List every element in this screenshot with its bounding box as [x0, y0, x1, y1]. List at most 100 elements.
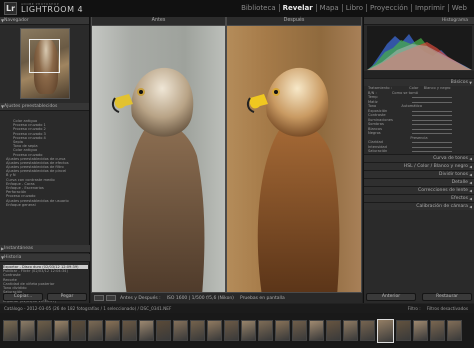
filmstrip-thumbnail[interactable]: [430, 320, 445, 341]
reset-button[interactable]: Restaurar: [422, 293, 472, 301]
expand-triangle-icon: ▶: [1, 246, 5, 251]
histogram-label: Histograma: [441, 18, 468, 23]
filmstrip-thumbnail[interactable]: [54, 320, 69, 341]
filmstrip-thumbnail[interactable]: [105, 320, 120, 341]
app-name: ADOBE PHOTOSHOP LIGHTROOM 4: [21, 3, 83, 14]
presets-header[interactable]: ▼ Ajustes preestablecidos: [0, 103, 89, 111]
saturation-slider[interactable]: [412, 151, 452, 152]
preset-item[interactable]: Enfoque general: [3, 203, 88, 207]
filmstrip-thumbnail[interactable]: [343, 320, 358, 341]
navigator-header[interactable]: ▼ Navegador: [0, 17, 89, 25]
collapse-triangle-icon: ▼: [1, 104, 5, 109]
filmstrip-thumbnail[interactable]: [377, 318, 394, 343]
saturation-label: Saturación: [368, 149, 388, 153]
paste-button[interactable]: Pegar: [47, 293, 87, 301]
filmstrip-thumbnail[interactable]: [326, 320, 341, 341]
previous-button[interactable]: Anterior: [366, 293, 416, 301]
filter-label: Filtro :: [407, 306, 421, 311]
filmstrip-thumbnail[interactable]: [413, 320, 428, 341]
panel-section-header[interactable]: Correcciones de lente ◀: [364, 185, 474, 194]
module-map[interactable]: Mapa: [317, 4, 343, 12]
histogram[interactable]: [367, 26, 472, 70]
filter-value[interactable]: Filtros desactivados: [427, 306, 468, 311]
treatment-bw[interactable]: Blanco y negro: [424, 86, 451, 90]
soft-proofing-label[interactable]: Pruebas en pantalla: [240, 296, 285, 301]
filmstrip-thumbnail[interactable]: [292, 320, 307, 341]
module-slideshow[interactable]: Proyección: [367, 4, 412, 12]
filmstrip-thumbnail[interactable]: [207, 320, 222, 341]
whites-slider[interactable]: [412, 128, 452, 130]
filmstrip-thumbnail[interactable]: [241, 320, 256, 341]
file-info: ISO 1600 | 1/500 f/5,6 (Nikon): [166, 295, 234, 301]
before-after-label[interactable]: Antes y Después :: [120, 296, 161, 301]
module-book[interactable]: Libro: [343, 4, 368, 12]
module-print[interactable]: Imprimir: [412, 4, 449, 12]
panel-section-header[interactable]: Efectos ◀: [364, 193, 474, 202]
filmstrip-thumbnail[interactable]: [360, 320, 375, 341]
before-after-icon[interactable]: [106, 295, 116, 301]
filmstrip-thumbnail[interactable]: [275, 320, 290, 341]
filmstrip-thumbnail[interactable]: [3, 320, 18, 341]
presence-label: Presencia: [410, 135, 428, 140]
panel-section-header[interactable]: HSL / Color / Blanco y negro ◀: [364, 161, 474, 170]
copy-button[interactable]: Copiar...: [3, 293, 43, 301]
shadows-slider[interactable]: [412, 124, 452, 125]
module-library[interactable]: Biblioteca: [238, 4, 280, 12]
panel-section-header[interactable]: Dividir tonos ◀: [364, 169, 474, 178]
left-panel: ▼ Navegador ▼ Ajustes preestablecidos Colo…: [0, 17, 90, 303]
contrast-slider[interactable]: [412, 115, 452, 116]
module-develop[interactable]: Revelar: [280, 4, 317, 12]
basic-header[interactable]: Básicos ▼: [364, 78, 474, 86]
filmstrip-thumbnail[interactable]: [37, 320, 52, 341]
before-label: Antes: [92, 17, 225, 25]
snapshots-header[interactable]: ▶ Instantáneas: [0, 245, 90, 253]
panel-section-label: Efectos: [451, 195, 468, 201]
panel-section-header[interactable]: Detalle ◀: [364, 177, 474, 186]
before-view[interactable]: [92, 26, 225, 292]
filmstrip-thumbnail[interactable]: [139, 320, 154, 341]
navigator-zoom-box[interactable]: [28, 39, 60, 73]
contrast-label: Contraste: [368, 113, 386, 117]
panel-section-header[interactable]: Curva de tonos ◀: [364, 153, 474, 162]
filmstrip-info[interactable]: Catálogo - 2012-03-05 (26 de 182 fotogra…: [4, 306, 171, 311]
blacks-slider[interactable]: [412, 133, 452, 134]
navigator-label: Navegador: [4, 18, 29, 23]
filmstrip-thumbnail[interactable]: [224, 320, 239, 341]
navigator-preview[interactable]: [19, 28, 70, 99]
right-panel-buttons: Anterior Restaurar: [366, 293, 472, 301]
tool-strip[interactable]: [364, 71, 474, 78]
module-web[interactable]: Web: [449, 4, 470, 12]
filmstrip-thumbnail[interactable]: [156, 320, 171, 341]
after-view[interactable]: [227, 26, 361, 292]
vibrance-slider[interactable]: [412, 146, 452, 148]
center-toolbar: Antes y Después : ISO 1600 | 1/500 f/5,6…: [91, 293, 362, 303]
history-label: Historia: [4, 255, 22, 260]
temp-slider[interactable]: [412, 97, 452, 98]
filmstrip-thumbnail[interactable]: [309, 320, 324, 341]
filmstrip-thumbnail[interactable]: [396, 320, 411, 341]
treatment-color[interactable]: Color: [409, 86, 418, 90]
auto-button[interactable]: Automático: [401, 104, 422, 108]
filmstrip-thumbnail[interactable]: [258, 320, 273, 341]
clarity-slider[interactable]: [412, 142, 452, 143]
filmstrip: [0, 313, 474, 348]
exposure-slider[interactable]: [412, 110, 452, 112]
filmstrip-thumbnail[interactable]: [447, 320, 462, 341]
highlights-slider[interactable]: [412, 119, 452, 121]
filmstrip-thumbnail[interactable]: [71, 320, 86, 341]
wb-value[interactable]: Como se tomó: [392, 91, 418, 95]
filmstrip-thumbnail[interactable]: [122, 320, 137, 341]
panel-section-label: Detalle: [451, 179, 468, 185]
filmstrip-thumbnail[interactable]: [190, 320, 205, 341]
histogram-header[interactable]: Histograma: [364, 17, 474, 25]
history-header[interactable]: ▼ Historia: [0, 254, 90, 262]
panel-section-label: Calibración de cámara: [416, 203, 468, 209]
filmstrip-thumbnail[interactable]: [20, 320, 35, 341]
tint-slider[interactable]: [412, 101, 452, 103]
view-mode-icon[interactable]: [94, 295, 104, 301]
left-panel-buttons: Copiar... Pegar: [3, 293, 87, 301]
filmstrip-thumbnail[interactable]: [173, 320, 188, 341]
collapse-triangle-icon: ▼: [1, 255, 5, 260]
panel-section-header[interactable]: Calibración de cámara ◀: [364, 201, 474, 210]
filmstrip-thumbnail[interactable]: [88, 320, 103, 341]
